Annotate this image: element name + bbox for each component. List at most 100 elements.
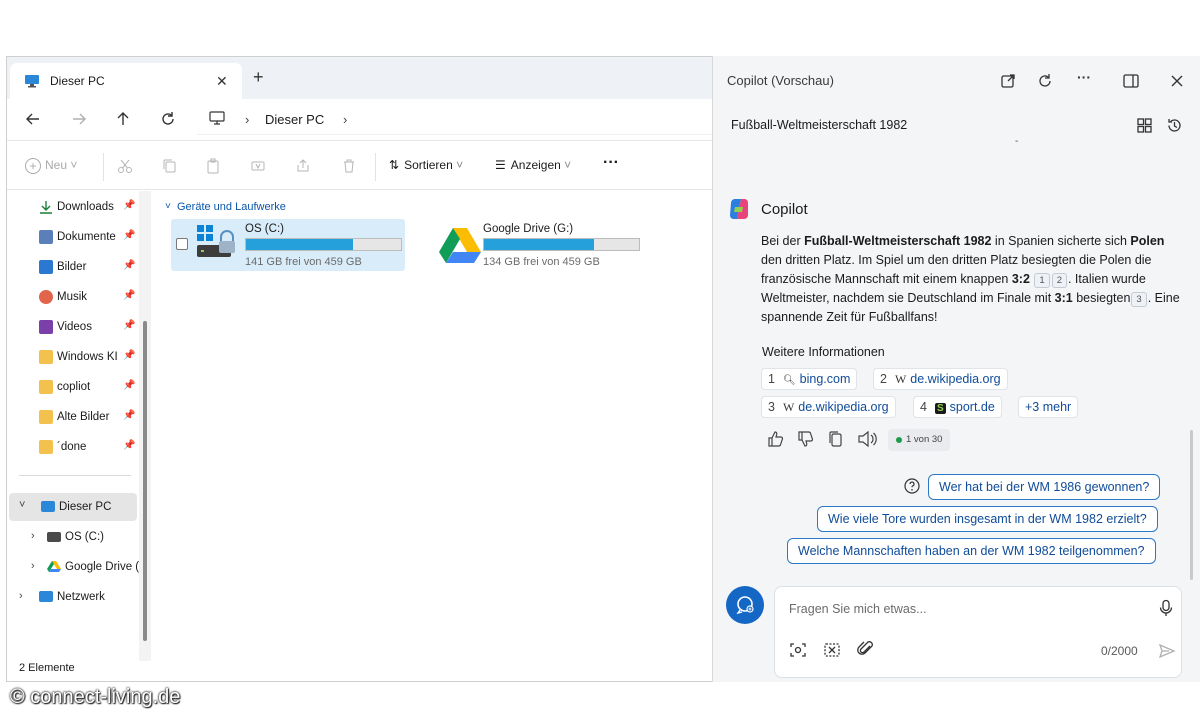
more-options-icon[interactable]: ··· <box>1077 69 1095 87</box>
tab-dieser-pc[interactable]: Dieser PC ✕ <box>10 63 242 99</box>
refresh-icon[interactable] <box>158 109 178 129</box>
drive-usage-bar <box>483 238 640 251</box>
nav-item-windows-ki[interactable]: Windows KI 📌 <box>7 343 141 371</box>
nav-item-videos[interactable]: Videos 📌 <box>7 313 141 341</box>
screenshot-icon[interactable] <box>789 641 807 659</box>
tab-strip: Dieser PC ✕ + <box>7 57 713 99</box>
chevron-down-icon[interactable]: ˅ <box>165 201 171 212</box>
citation-1[interactable]: 1 <box>1034 273 1050 288</box>
pin-icon: 📌 <box>123 320 136 331</box>
drive-os-c[interactable]: OS (C:) 141 GB frei von 459 GB <box>171 219 405 271</box>
nav-item-done[interactable]: ´done 📌 <box>7 433 141 461</box>
pin-icon: 📌 <box>123 230 136 241</box>
close-icon[interactable] <box>1168 72 1186 90</box>
view-button[interactable]: ☰ Anzeigen ˅ <box>495 158 571 172</box>
address-bar[interactable]: › Dieser PC › <box>197 103 713 135</box>
chevron-right-icon[interactable]: › <box>343 112 347 127</box>
history-icon[interactable] <box>1166 117 1184 135</box>
new-button[interactable]: + Neu ˅ <box>25 158 77 174</box>
windows-drive-icon <box>195 223 239 263</box>
tree-item-dieser-pc[interactable]: ˅ Dieser PC <box>9 493 137 521</box>
source-link-2[interactable]: 2 Wde.wikipedia.org <box>873 368 1008 390</box>
paste-icon[interactable] <box>205 158 221 174</box>
sport-de-icon: S <box>934 403 946 414</box>
tree-item-google-drive[interactable]: › Google Drive ( <box>7 553 141 581</box>
dock-pane-icon[interactable] <box>1122 72 1140 90</box>
chevron-down-icon[interactable]: ˅ <box>19 499 25 511</box>
chevron-right-icon[interactable]: › <box>31 530 35 542</box>
google-drive-icon <box>47 560 61 574</box>
cut-icon[interactable] <box>117 158 133 174</box>
chat-scrollbar[interactable] <box>1190 430 1193 580</box>
close-tab-button[interactable]: ✕ <box>216 73 228 90</box>
suggestion-chip[interactable]: Wer hat bei der WM 1986 gewonnen? <box>928 474 1161 500</box>
nav-item-dokumente[interactable]: Dokumente 📌 <box>7 223 141 251</box>
citation-2[interactable]: 2 <box>1051 273 1067 288</box>
copy-icon[interactable] <box>161 158 177 174</box>
new-topic-button[interactable] <box>726 586 764 624</box>
microphone-icon[interactable] <box>1157 599 1175 617</box>
chevron-right-icon[interactable]: › <box>245 112 249 127</box>
nav-item-alte-bilder[interactable]: Alte Bilder 📌 <box>7 403 141 431</box>
music-icon <box>39 290 53 304</box>
nav-item-bilder[interactable]: Bilder 📌 <box>7 253 141 281</box>
refresh-icon[interactable] <box>1036 72 1054 90</box>
thumbs-down-icon[interactable] <box>797 430 815 448</box>
attachment-icon[interactable] <box>857 640 875 658</box>
source-link-3[interactable]: 3 Wde.wikipedia.org <box>761 396 896 418</box>
plus-circle-icon: + <box>25 158 41 174</box>
nav-item-copliot[interactable]: copliot 📌 <box>7 373 141 401</box>
suggestion-chip[interactable]: Wie viele Tore wurden insgesamt in der W… <box>817 506 1158 532</box>
file-explorer-window: Dieser PC ✕ + › Dieser PC › + Neu ˅ ⇅ So… <box>6 56 713 682</box>
chevron-right-icon[interactable]: › <box>31 560 35 572</box>
nav-item-musik[interactable]: Musik 📌 <box>7 283 141 311</box>
thumbs-up-icon[interactable] <box>767 430 785 448</box>
drive-name: Google Drive (G:) <box>483 223 574 235</box>
citation-3[interactable]: 3 <box>1131 292 1147 307</box>
back-arrow-icon[interactable] <box>23 109 43 129</box>
command-bar: + Neu ˅ ⇅ Sortieren ˅ ☰ Anzeigen ˅ ··· <box>7 140 713 190</box>
search-icon: 🔍︎ <box>782 375 796 386</box>
folder-icon <box>39 380 53 394</box>
folder-icon <box>39 410 53 424</box>
source-link-4[interactable]: 4 Ssport.de <box>913 396 1002 418</box>
share-icon[interactable] <box>295 158 311 174</box>
drive-google-drive[interactable]: Google Drive (G:) 134 GB frei von 459 GB <box>409 219 643 271</box>
status-dot <box>896 437 902 443</box>
up-arrow-icon[interactable] <box>113 109 133 129</box>
plugins-icon[interactable] <box>1136 117 1154 135</box>
group-header[interactable]: Geräte und Laufwerke <box>177 201 286 213</box>
breadcrumb[interactable]: Dieser PC <box>265 112 324 127</box>
send-icon[interactable] <box>1158 642 1176 660</box>
status-bar-item-count: 2 Elemente <box>19 662 75 674</box>
pin-icon: 📌 <box>123 350 136 361</box>
open-external-icon[interactable] <box>999 72 1017 90</box>
source-link-1[interactable]: 1 🔍︎ bing.com <box>761 368 858 390</box>
tree-item-os-c[interactable]: › OS (C:) <box>7 523 141 551</box>
rename-icon[interactable] <box>250 158 266 174</box>
forward-arrow-icon[interactable] <box>69 109 89 129</box>
delete-icon[interactable] <box>341 158 357 174</box>
char-counter: 0/2000 <box>1101 644 1138 658</box>
image-remove-icon[interactable] <box>823 641 841 659</box>
chat-input-box[interactable]: Fragen Sie mich etwas... 0/2000 <box>774 586 1182 678</box>
pin-icon: 📌 <box>123 200 136 211</box>
copy-icon[interactable] <box>827 430 845 448</box>
select-checkbox[interactable] <box>176 238 188 250</box>
more-sources-button[interactable]: +3 mehr <box>1018 396 1079 418</box>
chevron-right-icon[interactable]: › <box>19 590 23 602</box>
nav-item-downloads[interactable]: Downloads 📌 <box>7 193 141 221</box>
watermark: © connect-living.de <box>10 686 181 708</box>
suggestion-chip[interactable]: Welche Mannschaften haben an der WM 1982… <box>787 538 1156 564</box>
divider <box>19 475 131 476</box>
tree-item-netzwerk[interactable]: › Netzwerk <box>7 583 141 611</box>
copilot-name: Copilot <box>761 201 808 218</box>
speaker-icon[interactable] <box>857 430 877 448</box>
nav-scrollbar-thumb[interactable] <box>143 321 147 641</box>
turn-counter: 1 von 30 <box>888 429 950 451</box>
sort-button[interactable]: ⇅ Sortieren ˅ <box>389 158 463 172</box>
view-list-icon: ☰ <box>495 158 506 172</box>
more-options-button[interactable]: ··· <box>603 154 619 172</box>
new-tab-button[interactable]: + <box>253 68 264 86</box>
chat-input[interactable]: Fragen Sie mich etwas... <box>789 602 927 616</box>
